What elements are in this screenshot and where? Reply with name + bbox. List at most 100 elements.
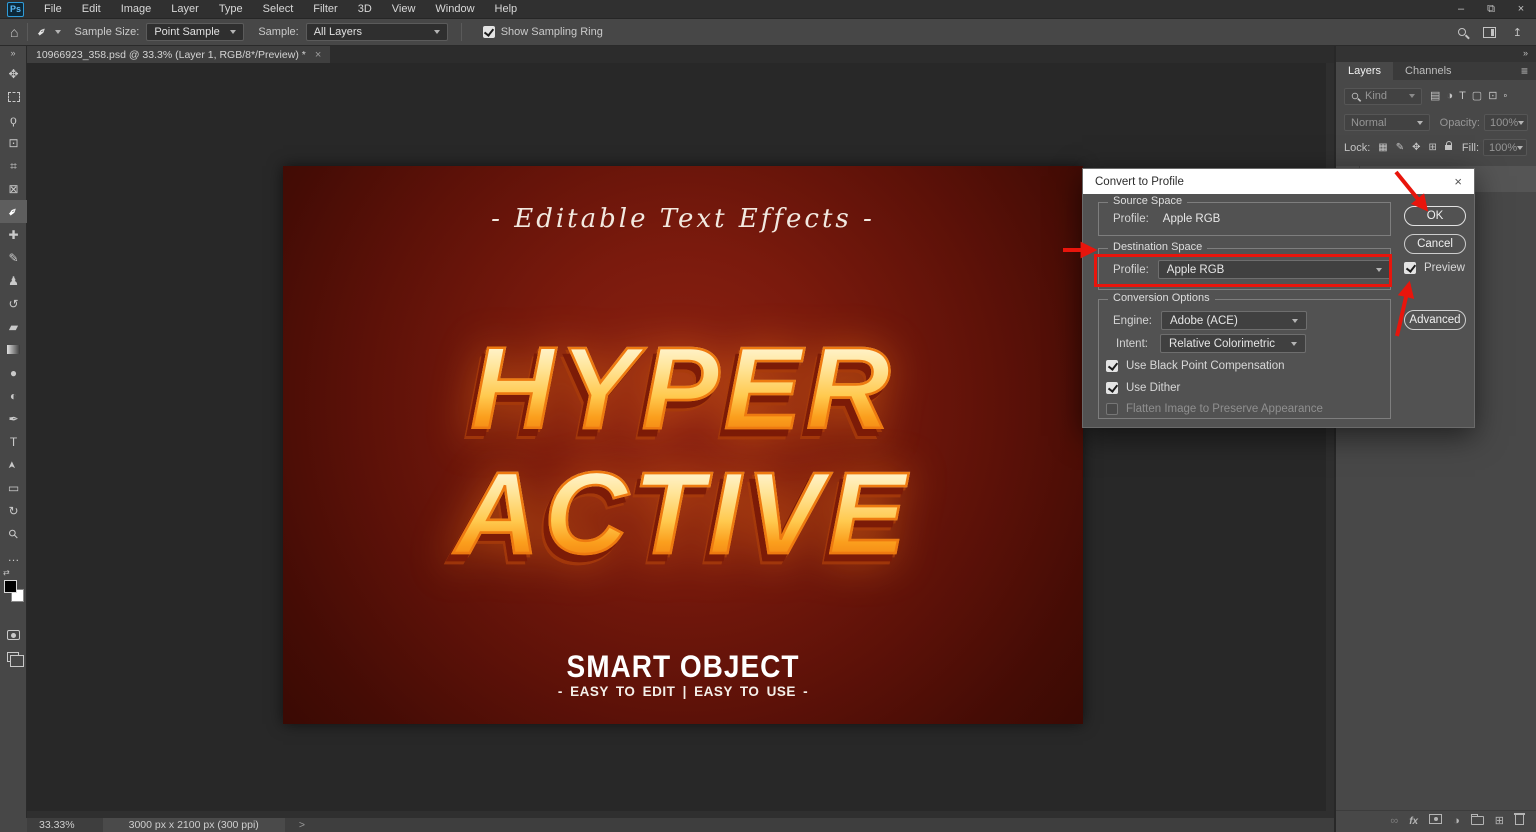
lasso-tool[interactable]: ϙ bbox=[0, 108, 27, 131]
engine-select[interactable]: Adobe (ACE) bbox=[1161, 311, 1307, 330]
blend-mode-select[interactable]: Normal bbox=[1344, 114, 1430, 131]
document-tab[interactable]: 10966923_358.psd @ 33.3% (Layer 1, RGB/8… bbox=[27, 46, 330, 63]
menu-edit[interactable]: Edit bbox=[72, 0, 111, 19]
intent-select[interactable]: Relative Colorimetric bbox=[1160, 334, 1306, 353]
minimize-button[interactable]: – bbox=[1446, 0, 1476, 19]
document-info: 3000 px x 2100 px (300 ppi) bbox=[103, 818, 285, 832]
tool-preset-chevron-icon[interactable] bbox=[55, 30, 61, 34]
destination-profile-select[interactable]: Apple RGB bbox=[1158, 260, 1391, 279]
opacity-select[interactable]: 100% bbox=[1484, 114, 1528, 131]
rectangle-tool[interactable]: ▭ bbox=[0, 476, 27, 499]
horizontal-scrollbar[interactable] bbox=[27, 811, 1334, 818]
move-tool[interactable]: ✥ bbox=[0, 62, 27, 85]
lock-all-icon[interactable] bbox=[1445, 142, 1452, 153]
filter-smart-object-icon[interactable]: ⊡ bbox=[1488, 90, 1497, 102]
crop-tool[interactable]: ⌗ bbox=[0, 154, 27, 177]
eyedropper-tool[interactable]: ✒ bbox=[0, 200, 27, 223]
photoshop-window: Ps FileEditImageLayerTypeSelectFilter3DV… bbox=[0, 0, 1536, 832]
menu-filter[interactable]: Filter bbox=[303, 0, 347, 19]
dialog-close-icon[interactable]: × bbox=[1454, 174, 1462, 189]
preview-checkbox[interactable]: Preview bbox=[1404, 262, 1465, 274]
ok-button[interactable]: OK bbox=[1404, 206, 1466, 226]
status-expand-icon[interactable]: > bbox=[299, 819, 305, 831]
destination-space-group: Destination Space Profile: Apple RGB bbox=[1098, 248, 1391, 290]
menu-image[interactable]: Image bbox=[111, 0, 162, 19]
search-icon[interactable] bbox=[1458, 28, 1466, 36]
filter-shape-layers-icon[interactable]: ▢ bbox=[1472, 90, 1482, 102]
clone-stamp-tool[interactable]: ♟ bbox=[0, 269, 27, 292]
layer-filter-kind-select[interactable]: Kind bbox=[1344, 88, 1422, 105]
fill-select[interactable]: 100% bbox=[1483, 139, 1527, 156]
frame-tool[interactable]: ⊠ bbox=[0, 177, 27, 200]
panel-menu-icon[interactable]: ≡ bbox=[1521, 64, 1528, 78]
black-point-checkbox[interactable]: Use Black Point Compensation bbox=[1106, 360, 1285, 372]
eyedropper-preset-icon[interactable]: ✒ bbox=[34, 23, 51, 40]
path-selection-tool[interactable]: ➤ bbox=[0, 453, 27, 476]
sample-select[interactable]: All Layers bbox=[306, 23, 448, 41]
menu-file[interactable]: File bbox=[34, 0, 72, 19]
blur-tool[interactable]: ● bbox=[0, 361, 27, 384]
document-canvas[interactable]: - Editable Text Effects - HYPER ACTIVE S… bbox=[283, 166, 1083, 724]
lock-artboard-icon[interactable]: ⊞ bbox=[1429, 142, 1437, 153]
foreground-color-swatch[interactable] bbox=[4, 580, 17, 593]
group-layers-icon[interactable] bbox=[1471, 814, 1484, 828]
close-button[interactable]: × bbox=[1506, 0, 1536, 19]
zoom-tool[interactable]: ⚲ bbox=[0, 522, 27, 545]
link-layers-icon[interactable]: ∞ bbox=[1390, 815, 1398, 827]
lock-image-icon[interactable]: ✎ bbox=[1396, 142, 1404, 153]
lock-transparency-icon[interactable]: ▦ bbox=[1378, 142, 1387, 153]
color-swatches[interactable]: ⇄ bbox=[0, 576, 27, 616]
adjustment-layer-icon[interactable]: ◑ bbox=[1453, 815, 1460, 827]
layer-mask-icon bbox=[1429, 814, 1442, 824]
more-tools[interactable]: … bbox=[0, 545, 27, 568]
brush-tool[interactable]: ✎ bbox=[0, 246, 27, 269]
menu-view[interactable]: View bbox=[382, 0, 426, 19]
show-sampling-ring-checkbox[interactable]: Show Sampling Ring bbox=[483, 26, 603, 38]
filter-toggle-icon[interactable]: ◦ bbox=[1503, 90, 1507, 102]
menu-layer[interactable]: Layer bbox=[161, 0, 209, 19]
canvas-tagline: - EASY TO EDIT | EASY TO USE - bbox=[283, 684, 1083, 699]
toolbar-collapse-icon[interactable]: » bbox=[0, 46, 26, 62]
menu-window[interactable]: Window bbox=[425, 0, 484, 19]
layer-effects-icon[interactable]: fx bbox=[1409, 815, 1418, 827]
workspace-icon[interactable] bbox=[1483, 27, 1496, 38]
rotate-view-tool[interactable]: ↻ bbox=[0, 499, 27, 522]
rectangular-marquee-tool[interactable] bbox=[0, 85, 27, 108]
zoom-level[interactable]: 33.33% bbox=[39, 819, 75, 831]
destination-profile-label: Profile: bbox=[1113, 264, 1149, 276]
dialog-title-bar[interactable]: Convert to Profile × bbox=[1083, 169, 1474, 194]
spot-healing-brush-tool[interactable]: ✚ bbox=[0, 223, 27, 246]
menu-help[interactable]: Help bbox=[485, 0, 528, 19]
delete-layer-icon[interactable] bbox=[1515, 813, 1524, 828]
sample-size-select[interactable]: Point Sample bbox=[146, 23, 244, 41]
panel-collapse-icon[interactable]: » bbox=[1336, 46, 1536, 62]
tab-layers[interactable]: Layers bbox=[1336, 62, 1393, 80]
tab-channels[interactable]: Channels bbox=[1393, 62, 1463, 80]
layer-mask-icon[interactable] bbox=[1429, 814, 1442, 827]
cancel-button[interactable]: Cancel bbox=[1404, 234, 1466, 254]
dodge-tool[interactable]: ◐ bbox=[0, 384, 27, 407]
tab-close-icon[interactable]: × bbox=[315, 49, 321, 61]
menu-3d[interactable]: 3D bbox=[348, 0, 382, 19]
swap-colors-icon[interactable]: ⇄ bbox=[3, 568, 10, 577]
filter-adjustment-layers-icon[interactable]: ◑ bbox=[1446, 90, 1453, 102]
filter-pixel-layers-icon[interactable]: ▤ bbox=[1430, 90, 1440, 102]
history-brush-tool[interactable]: ↺ bbox=[0, 292, 27, 315]
screen-mode-icon[interactable] bbox=[7, 652, 19, 662]
new-layer-icon[interactable]: ⊞ bbox=[1495, 815, 1504, 827]
restore-button[interactable]: ⧉ bbox=[1476, 0, 1506, 19]
menu-type[interactable]: Type bbox=[209, 0, 253, 19]
eraser-tool[interactable]: ▰ bbox=[0, 315, 27, 338]
gradient-tool[interactable] bbox=[0, 338, 27, 361]
quick-mask-icon[interactable] bbox=[7, 630, 20, 640]
menu-select[interactable]: Select bbox=[253, 0, 304, 19]
home-icon[interactable]: ⌂ bbox=[10, 24, 18, 40]
filter-type-layers-icon[interactable]: T bbox=[1459, 90, 1466, 102]
advanced-button[interactable]: Advanced bbox=[1404, 310, 1466, 330]
type-tool[interactable]: T bbox=[0, 430, 27, 453]
pen-tool[interactable]: ✒ bbox=[0, 407, 27, 430]
use-dither-checkbox[interactable]: Use Dither bbox=[1106, 382, 1180, 394]
object-selection-tool[interactable]: ⊡ bbox=[0, 131, 27, 154]
share-icon[interactable]: ↥ bbox=[1513, 26, 1522, 39]
lock-position-icon[interactable]: ✥ bbox=[1412, 142, 1420, 153]
